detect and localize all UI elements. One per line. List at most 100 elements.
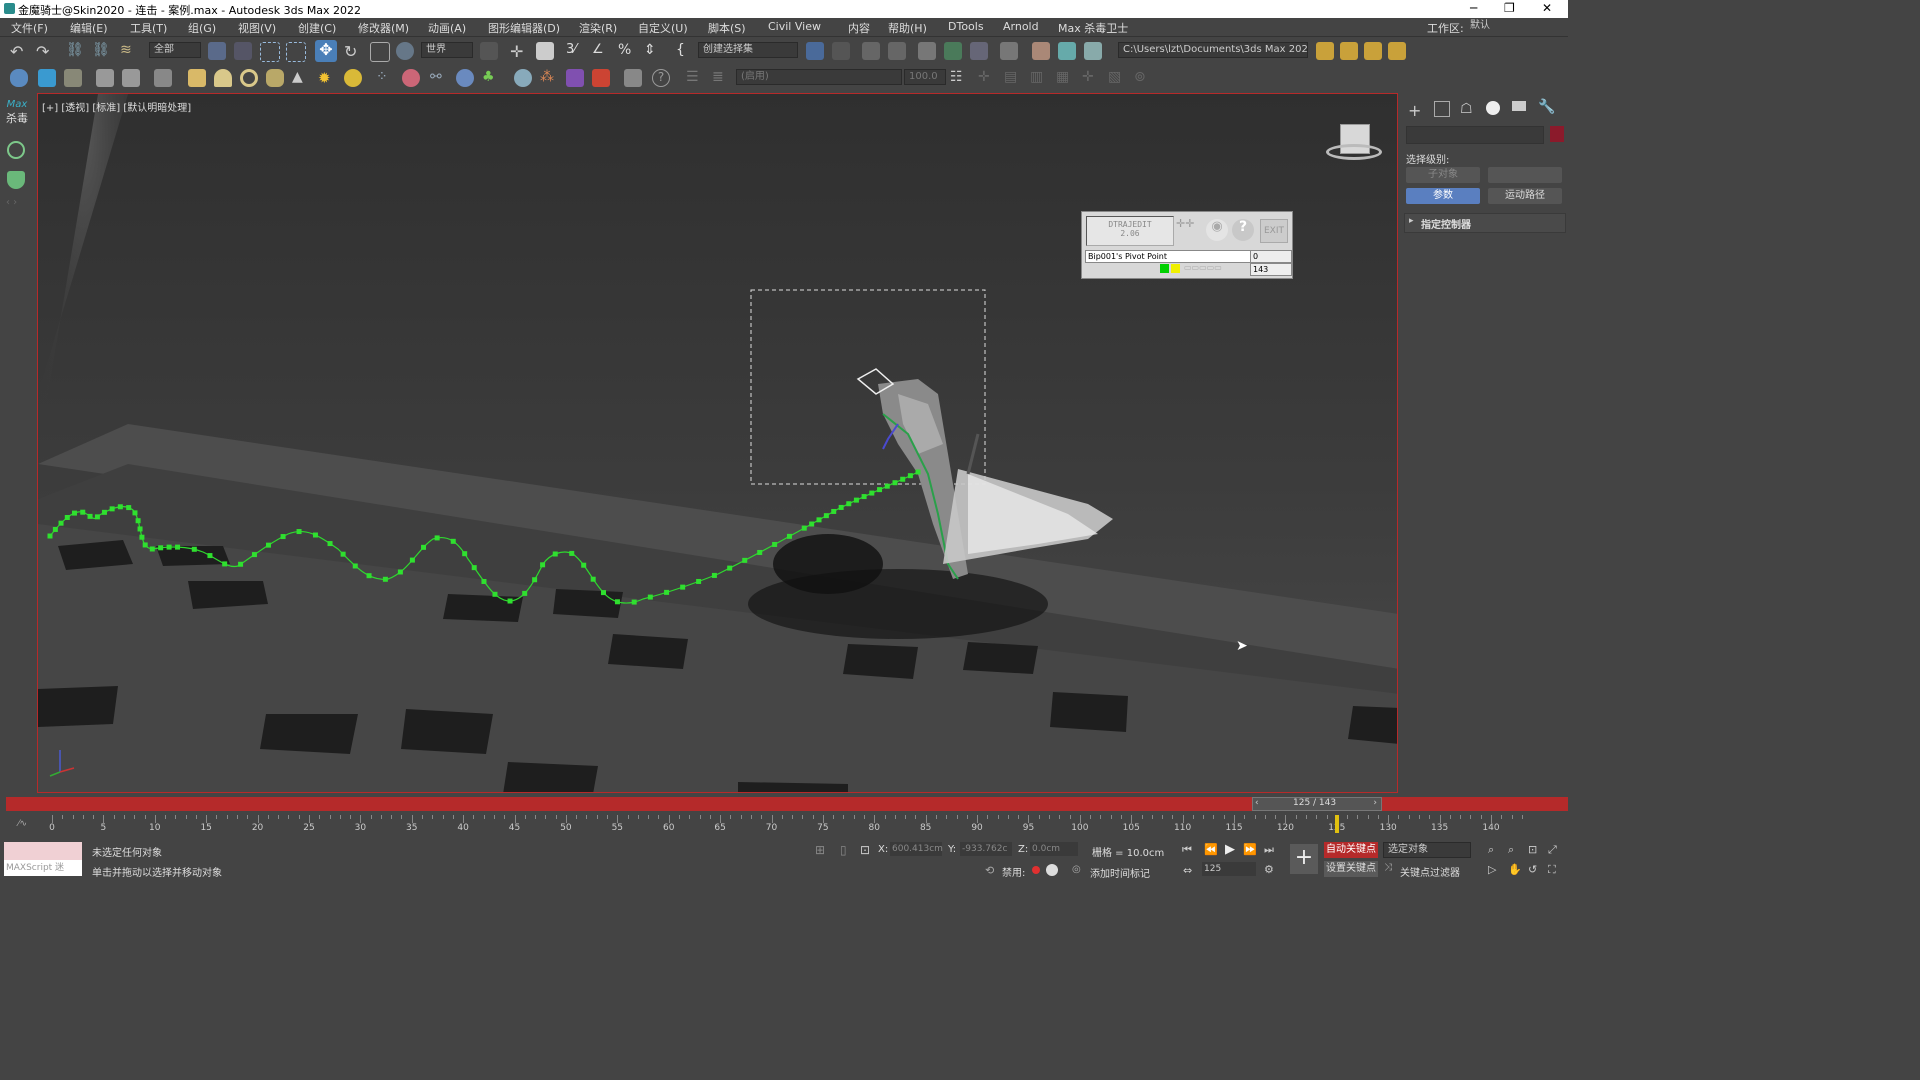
key-filters-button[interactable]: 关键点过滤器	[1400, 864, 1460, 879]
shield-icon[interactable]	[7, 171, 25, 189]
menu-tools[interactable]: 工具(T)	[130, 20, 167, 36]
mirror-icon[interactable]	[806, 42, 824, 60]
absolute-mode-icon[interactable]: ⊡	[860, 843, 870, 857]
menu-graph-editors[interactable]: 图形编辑器(D)	[488, 20, 560, 36]
subobject-button[interactable]: 子对象	[1406, 167, 1480, 183]
trajectory-key[interactable]	[581, 562, 587, 568]
trajectory-key[interactable]	[101, 509, 107, 515]
material-sphere-icon[interactable]	[514, 69, 532, 87]
spinner-snap-icon[interactable]: ⇕	[644, 42, 662, 60]
trajectory-key[interactable]	[87, 513, 93, 519]
color-palette-icon[interactable]: ⁂	[540, 69, 558, 87]
plant-icon[interactable]: ♣	[482, 69, 500, 87]
motion-tab-icon[interactable]	[1486, 101, 1500, 115]
export-icon[interactable]	[624, 69, 642, 87]
display-tab-icon[interactable]	[1512, 101, 1526, 111]
menu-scripting[interactable]: 脚本(S)	[708, 20, 746, 36]
bone-tools-icon[interactable]	[96, 69, 114, 87]
ribbon-toggle-icon[interactable]	[918, 42, 936, 60]
trajectory-key[interactable]	[647, 594, 653, 600]
green-color-swatch[interactable]	[1160, 264, 1169, 273]
menu-animation[interactable]: 动画(A)	[428, 20, 466, 36]
globe-icon[interactable]	[456, 69, 474, 87]
trajectory-key[interactable]	[757, 549, 763, 555]
trajectory-key[interactable]	[137, 526, 143, 532]
dynamics-icon[interactable]	[402, 69, 420, 87]
z-coord-field[interactable]: 0.0cm	[1030, 842, 1078, 856]
trajectory-key[interactable]	[139, 534, 145, 540]
adaptive-degradation-icon[interactable]: ⟲	[985, 864, 994, 877]
trajectory-key[interactable]	[327, 541, 333, 547]
trajectory-key[interactable]	[397, 569, 403, 575]
start-frame-field[interactable]: 0	[1250, 250, 1292, 263]
menu-arnold[interactable]: Arnold	[1003, 20, 1039, 33]
percent-snap-icon[interactable]: %	[618, 42, 636, 60]
snaps-toggle-icon[interactable]: 3⁄	[566, 42, 584, 60]
trajectory-key[interactable]	[58, 520, 64, 526]
trajectory-key[interactable]	[696, 578, 702, 584]
schematic-view-icon[interactable]	[970, 42, 988, 60]
view-cube-ring[interactable]	[1326, 144, 1382, 160]
trajectory-key[interactable]	[126, 505, 132, 511]
play-icon[interactable]: ▶	[1225, 842, 1235, 857]
time-config-icon[interactable]: ⚙	[1264, 863, 1274, 876]
trajectory-key[interactable]	[117, 504, 123, 510]
trajectory-key[interactable]	[809, 521, 815, 527]
trajectory-key[interactable]	[869, 490, 875, 496]
trajectory-key[interactable]	[191, 546, 197, 552]
trajectory-key[interactable]	[831, 508, 837, 514]
named-selection-dropdown[interactable]: 创建选择集	[698, 42, 798, 58]
trajectory-key[interactable]	[742, 557, 748, 563]
current-frame-field[interactable]: 125	[1202, 862, 1256, 876]
menu-view[interactable]: 视图(V)	[238, 20, 276, 36]
menu-file[interactable]: 文件(F)	[11, 20, 48, 36]
trajectory-key[interactable]	[522, 590, 528, 596]
goto-start-icon[interactable]: ⏮	[1182, 843, 1192, 857]
perspective-viewport[interactable]: [+] [透视] [标准] [默认明暗处理] DTRAJEDIT 2.06 ✛✛…	[37, 93, 1398, 793]
subobject-dropdown[interactable]	[1488, 167, 1562, 183]
trajectory-key[interactable]	[861, 494, 867, 500]
menu-create[interactable]: 创建(C)	[298, 20, 336, 36]
scale-icon[interactable]	[370, 42, 390, 62]
panel-tools-icon[interactable]: ▭▭▭▭▭	[1184, 263, 1222, 272]
bind-spacewarp-icon[interactable]: ≋	[120, 42, 138, 60]
fov-icon[interactable]: ▷	[1488, 863, 1496, 876]
layers-icon[interactable]: ☷	[950, 69, 968, 87]
trajectory-key[interactable]	[801, 525, 807, 531]
select-manipulate-icon[interactable]: ✛	[510, 42, 528, 61]
menu-customize[interactable]: 自定义(U)	[638, 20, 688, 36]
sphere-primitive-icon[interactable]	[214, 69, 232, 87]
window-crossing-icon[interactable]	[286, 42, 306, 62]
trajectory-key[interactable]	[340, 551, 346, 557]
modify-tab-icon[interactable]	[1434, 101, 1450, 117]
zoom-extents-icon[interactable]: ⊡	[1528, 843, 1537, 856]
eye-icon[interactable]: ◉	[1206, 219, 1228, 241]
trajectory-key[interactable]	[772, 541, 778, 547]
maximize-viewport-icon[interactable]: ⛶	[1548, 863, 1556, 877]
trajectory-key[interactable]	[132, 510, 138, 516]
viewport-label[interactable]: [+] [透视] [标准] [默认明暗处理]	[42, 99, 191, 114]
project-save-icon[interactable]	[1388, 42, 1406, 60]
trajectory-key[interactable]	[382, 576, 388, 582]
trajectory-key[interactable]	[158, 545, 164, 551]
trajectory-key[interactable]	[352, 563, 358, 569]
trajectory-key[interactable]	[884, 483, 890, 489]
link-icon[interactable]: ⛓	[66, 42, 84, 60]
create-tab-icon[interactable]: +	[1408, 101, 1421, 120]
menu-civil-view[interactable]: Civil View	[768, 20, 821, 33]
cone-primitive-icon[interactable]: ▲	[292, 69, 310, 87]
value-field[interactable]: 100.0	[904, 69, 946, 85]
orbit-icon[interactable]: ↺	[1528, 863, 1537, 876]
selection-filter-dropdown[interactable]: 全部	[149, 42, 201, 58]
pivot-icon[interactable]	[480, 42, 498, 60]
zoom-extents-all-icon[interactable]: ⤢	[1548, 843, 1557, 857]
help-icon[interactable]: ?	[652, 69, 670, 87]
project-open-icon[interactable]	[1364, 42, 1382, 60]
maxscript-listener[interactable]: MAXScript 迷	[4, 860, 82, 876]
y-coord-field[interactable]: -933.762c	[960, 842, 1012, 856]
trajectory-key[interactable]	[900, 476, 906, 482]
trajectory-key[interactable]	[238, 561, 244, 567]
collapse-arrows-icon[interactable]: ‹ ›	[6, 197, 17, 208]
layer-explorer-icon[interactable]	[888, 42, 906, 60]
trajectory-key[interactable]	[366, 573, 372, 579]
